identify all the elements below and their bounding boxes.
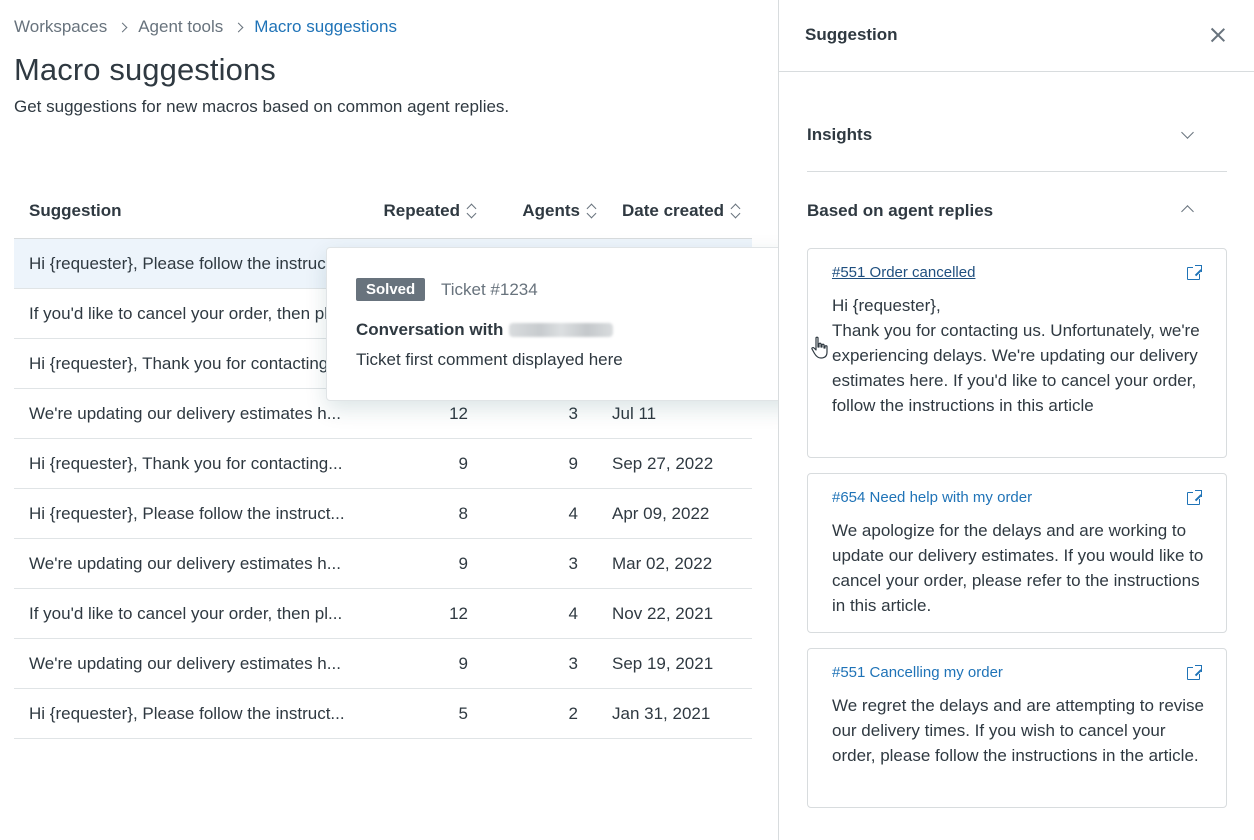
cell-agents: 4	[568, 503, 578, 523]
reply-text: We apologize for the delays and are work…	[832, 518, 1204, 618]
main-content: Workspaces Agent tools Macro suggestions…	[0, 0, 800, 840]
table-row[interactable]: If you'd like to cancel your order, then…	[14, 589, 752, 639]
cell-date: Sep 19, 2021	[612, 653, 714, 673]
cell-date: Nov 22, 2021	[612, 603, 714, 623]
cell-repeated: 9	[458, 553, 468, 573]
cell-agents: 9	[568, 453, 578, 473]
sort-icon	[466, 202, 478, 220]
breadcrumb-workspaces[interactable]: Workspaces	[14, 17, 107, 37]
cell-repeated: 9	[458, 653, 468, 673]
cell-suggestion: Hi {requester}, Please follow the instru…	[29, 703, 345, 723]
cell-suggestion: We're updating our delivery estimates h.…	[29, 403, 341, 423]
close-icon[interactable]	[1209, 26, 1227, 44]
table-row[interactable]: Hi {requester}, Thank you for contacting…	[14, 439, 752, 489]
table-row[interactable]: We're updating our delivery estimates h.…	[14, 539, 752, 589]
cell-repeated: 5	[458, 703, 468, 723]
reply-card: #551 Order cancelled Hi {requester}, Tha…	[807, 248, 1227, 458]
cell-date: Mar 02, 2022	[612, 553, 713, 573]
header-date-sort[interactable]: Date created	[598, 201, 752, 221]
cell-agents: 4	[568, 603, 578, 623]
cell-agents: 3	[568, 403, 578, 423]
sort-icon	[586, 202, 598, 220]
cell-agents: 3	[568, 653, 578, 673]
reply-card: #551 Cancelling my order We regret the d…	[807, 648, 1227, 808]
table-row[interactable]: Hi {requester}, Please follow the instru…	[14, 489, 752, 539]
ticket-link[interactable]: #551 Cancelling my order	[832, 664, 1003, 681]
reply-text: We regret the delays and are attempting …	[832, 693, 1204, 768]
cell-agents: 3	[568, 553, 578, 573]
reply-line: Hi {requester},	[832, 296, 941, 315]
external-link-icon[interactable]	[1187, 490, 1202, 505]
conversation-with: Conversation with	[356, 320, 614, 340]
header-agents-sort[interactable]: Agents	[478, 201, 598, 221]
external-link-icon[interactable]	[1187, 665, 1202, 680]
cell-suggestion: Hi {requester}, Please follow the instru…	[29, 253, 366, 273]
ticket-link[interactable]: #551 Order cancelled	[832, 264, 975, 281]
ticket-preview-popover: Solved Ticket #1234 Conversation with Ti…	[326, 247, 800, 401]
chevron-down-icon	[1181, 128, 1193, 140]
breadcrumb-agent-tools[interactable]: Agent tools	[138, 17, 223, 37]
reply-line: Thank you for contacting us. Unfortunate…	[832, 321, 1200, 415]
header-repeated-sort[interactable]: Repeated	[366, 201, 478, 221]
cell-suggestion: We're updating our delivery estimates h.…	[29, 553, 341, 573]
ticket-first-comment: Ticket first comment displayed here	[356, 350, 623, 369]
table-row[interactable]: We're updating our delivery estimates h.…	[14, 639, 752, 689]
breadcrumb: Workspaces Agent tools Macro suggestions	[14, 17, 397, 37]
cell-suggestion: We're updating our delivery estimates h.…	[29, 653, 341, 673]
chevron-right-icon	[117, 21, 129, 33]
cell-repeated: 12	[449, 403, 468, 423]
insights-accordion[interactable]: Insights	[807, 98, 1227, 172]
cell-date: Sep 27, 2022	[612, 453, 714, 473]
ticket-link[interactable]: #654 Need help with my order	[832, 489, 1032, 506]
header-suggestion: Suggestion	[14, 201, 366, 221]
reply-line: We regret the delays and are attempting …	[832, 696, 1204, 765]
chevron-right-icon	[233, 21, 245, 33]
cell-suggestion: If you'd like to cancel your order, then…	[29, 303, 366, 323]
cell-repeated: 12	[449, 603, 468, 623]
cell-suggestion: If you'd like to cancel your order, then…	[29, 603, 343, 623]
cell-suggestion: Hi {requester}, Thank you for contacting…	[29, 453, 343, 473]
header-suggestion-label: Suggestion	[29, 200, 122, 220]
breadcrumb-current: Macro suggestions	[254, 17, 397, 36]
page-title: Macro suggestions	[14, 52, 276, 87]
table-row[interactable]: Hi {requester}, Please follow the instru…	[14, 689, 752, 739]
sort-icon	[730, 202, 742, 220]
header-repeated-label: Repeated	[383, 200, 460, 220]
insights-title: Insights	[807, 125, 873, 144]
external-link-icon[interactable]	[1187, 265, 1202, 280]
status-badge: Solved	[356, 278, 426, 301]
hand-cursor-icon	[811, 336, 828, 359]
cell-suggestion: Hi {requester}, Please follow the instru…	[29, 503, 345, 523]
cell-date: Jul 11	[612, 403, 657, 423]
cell-repeated: 8	[458, 503, 468, 523]
reply-line: We apologize for the delays and are work…	[832, 521, 1204, 615]
cell-date: Apr 09, 2022	[612, 503, 710, 523]
page-subtitle: Get suggestions for new macros based on …	[14, 97, 510, 116]
based-on-replies-accordion[interactable]: Based on agent replies	[807, 172, 1227, 248]
table-header: Suggestion Repeated Agents Date created	[14, 183, 752, 239]
conversation-label: Conversation with	[356, 320, 504, 339]
header-date-label: Date created	[622, 200, 725, 220]
redacted-requester-name	[509, 323, 614, 337]
cell-date: Jan 31, 2021	[612, 703, 711, 723]
reply-card: #654 Need help with my order We apologiz…	[807, 473, 1227, 633]
panel-title: Suggestion	[805, 25, 898, 44]
header-agents-label: Agents	[522, 200, 580, 220]
ticket-number: Ticket #1234	[441, 280, 538, 299]
panel-header: Suggestion	[779, 0, 1254, 72]
based-on-replies-title: Based on agent replies	[807, 201, 994, 220]
cell-agents: 2	[568, 703, 578, 723]
suggestion-panel: Suggestion Insights Based on agent repli…	[778, 0, 1254, 840]
reply-text: Hi {requester}, Thank you for contacting…	[832, 293, 1204, 418]
chevron-up-icon	[1181, 203, 1193, 215]
cell-repeated: 9	[458, 453, 468, 473]
cell-suggestion: Hi {requester}, Thank you for contacting…	[29, 353, 343, 373]
